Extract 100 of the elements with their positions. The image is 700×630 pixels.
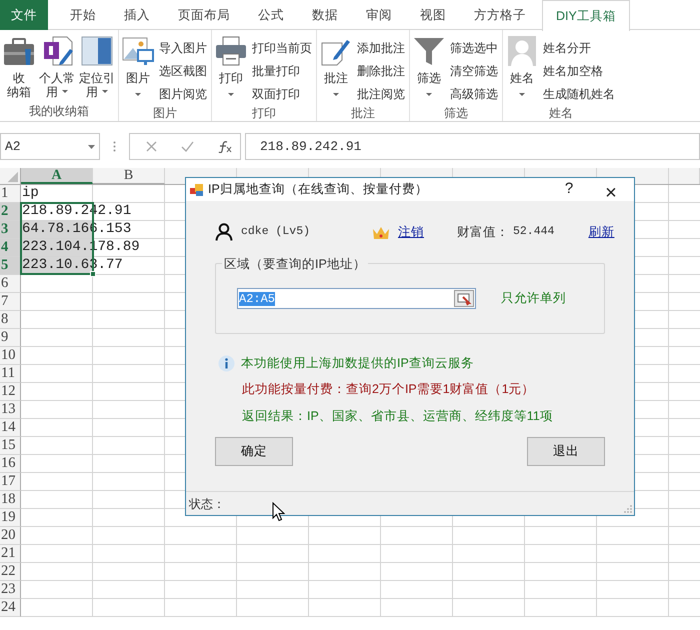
row-header[interactable]: 9 xyxy=(0,329,21,347)
user-icon xyxy=(215,223,233,241)
ribbon-tab[interactable]: DIY工具箱 xyxy=(542,0,630,31)
column-header[interactable]: B xyxy=(93,168,165,184)
ribbon-button[interactable]: 删除批注 xyxy=(355,59,407,82)
panels-icon xyxy=(81,35,113,67)
row-header[interactable]: 21 xyxy=(0,545,21,563)
range-picker-icon[interactable] xyxy=(454,290,474,307)
group-label: 姓名 xyxy=(548,105,574,121)
dialog-button[interactable]: 退出 xyxy=(527,436,605,466)
check-icon[interactable] xyxy=(181,141,194,152)
row-header[interactable]: 4 xyxy=(0,239,21,257)
ribbon-button[interactable]: 姓名分开 xyxy=(541,36,617,59)
row-header[interactable]: 14 xyxy=(0,419,21,437)
app-icon xyxy=(190,183,204,196)
cell-text: ip xyxy=(22,185,39,202)
printer-icon xyxy=(215,35,247,67)
ribbon-button[interactable]: 收 纳箱 xyxy=(2,32,36,103)
ribbon-button[interactable]: 图片阅览 xyxy=(157,82,209,105)
file-tab[interactable]: 文件 xyxy=(0,0,48,30)
ribbon-button[interactable]: 筛选选中 xyxy=(448,36,500,59)
group-label: 打印 xyxy=(251,105,277,121)
ribbon-button[interactable]: 批注阅览 xyxy=(355,82,407,105)
note-text: 返回结果：IP、国家、省市县、运营商、经纬度等11项 xyxy=(242,408,553,425)
ribbon-button[interactable]: 图片 xyxy=(121,32,155,105)
ribbon-button[interactable]: 选区截图 xyxy=(157,59,209,82)
row-header[interactable]: 13 xyxy=(0,401,21,419)
ribbon-button[interactable]: 高级筛选 xyxy=(448,82,500,105)
grip-dots-icon xyxy=(113,141,116,152)
ribbon-button[interactable]: 生成随机姓名 xyxy=(541,82,617,105)
ribbon-tab[interactable]: 公式 xyxy=(244,0,298,30)
note-text: 此功能按量付费：查询2万个IP需要1财富值（1元） xyxy=(242,381,535,398)
row-header[interactable]: 23 xyxy=(0,581,21,599)
mouse-cursor-icon xyxy=(272,502,285,522)
ribbon-button[interactable]: 打印 xyxy=(214,32,248,105)
caret-icon xyxy=(88,144,95,148)
row-header[interactable]: 1 xyxy=(0,185,21,203)
row-header[interactable]: 5 xyxy=(0,257,21,275)
wealth-label: 财富值： xyxy=(457,224,509,241)
row-header[interactable]: 7 xyxy=(0,293,21,311)
row-header[interactable]: 16 xyxy=(0,455,21,473)
formula-field[interactable]: 218.89.242.91 xyxy=(245,133,700,160)
row-header[interactable]: 20 xyxy=(0,527,21,545)
info-icon xyxy=(218,354,235,372)
resize-grip-icon xyxy=(624,505,632,513)
ribbon-button[interactable]: 清空筛选 xyxy=(448,59,500,82)
ribbon-tab[interactable]: 方方格子 xyxy=(460,0,540,30)
ribbon-button[interactable]: 添加批注 xyxy=(355,36,407,59)
wealth-value: 52.444 xyxy=(513,224,554,240)
ribbon-tab[interactable]: 审阅 xyxy=(352,0,406,30)
group-label: 批注 xyxy=(350,105,376,121)
logout-link[interactable]: 注销 xyxy=(398,222,424,242)
ribbon-button[interactable]: 个人常 用 xyxy=(38,32,76,103)
function-icon[interactable] xyxy=(218,140,232,152)
ribbon-button[interactable]: 双面打印 xyxy=(250,82,314,105)
ribbon-tab[interactable]: 视图 xyxy=(406,0,460,30)
ribbon-button[interactable]: 姓名加空格 xyxy=(541,59,617,82)
user-name: cdke (Lv5) xyxy=(241,224,312,240)
name-box[interactable]: A2 xyxy=(0,133,100,160)
refresh-link[interactable]: 刷新 xyxy=(588,222,614,242)
row-header[interactable]: 18 xyxy=(0,491,21,509)
note-text: 本功能使用上海加数提供的IP查询云服务 xyxy=(241,354,474,372)
crown-icon xyxy=(372,224,390,240)
funnel-icon xyxy=(413,35,445,67)
dialog-button[interactable]: 确定 xyxy=(215,436,293,466)
group-label: 筛选 xyxy=(443,105,469,121)
row-header[interactable]: 10 xyxy=(0,347,21,365)
row-header[interactable]: 22 xyxy=(0,563,21,581)
ribbon-tab[interactable]: 开始 xyxy=(56,0,110,30)
row-header[interactable]: 6 xyxy=(0,275,21,293)
row-header[interactable]: 2 xyxy=(0,203,21,221)
picture-monitor-icon xyxy=(122,35,154,67)
row-header[interactable]: 24 xyxy=(0,599,21,617)
notebook-pencil-icon xyxy=(41,35,73,67)
row-header[interactable]: 19 xyxy=(0,509,21,527)
row-header[interactable]: 17 xyxy=(0,473,21,491)
ribbon-tab[interactable]: 插入 xyxy=(110,0,164,30)
ribbon-button[interactable]: 姓名 xyxy=(505,32,539,105)
ribbon-button[interactable]: 批注 xyxy=(319,32,353,105)
ribbon-button[interactable]: 导入图片 xyxy=(157,36,209,59)
row-header[interactable]: 3 xyxy=(0,221,21,239)
row-header[interactable]: 12 xyxy=(0,383,21,401)
window-title: IP归属地查询（在线查询、按量付费） xyxy=(208,181,429,198)
row-header[interactable]: 15 xyxy=(0,437,21,455)
ribbon-button[interactable]: 筛选 xyxy=(412,32,446,105)
ribbon-button[interactable]: 打印当前页 xyxy=(250,36,314,59)
group-label: 图片 xyxy=(152,105,178,121)
row-header[interactable]: 8 xyxy=(0,311,21,329)
ribbon-button[interactable]: 批量打印 xyxy=(250,59,314,82)
ribbon-tab[interactable]: 页面布局 xyxy=(164,0,244,30)
person-icon xyxy=(506,35,538,67)
group-label: 我的收纳箱 xyxy=(28,103,90,120)
row-header[interactable]: 11 xyxy=(0,365,21,383)
column-header[interactable]: A xyxy=(21,168,93,184)
help-button[interactable]: ? xyxy=(552,178,586,201)
status-text: 状态： xyxy=(189,496,225,512)
ribbon-tab[interactable]: 数据 xyxy=(298,0,352,30)
ribbon-button[interactable]: 定位引 用 xyxy=(78,32,116,103)
toolbox-icon xyxy=(3,35,35,67)
close-button[interactable]: × xyxy=(594,178,628,201)
